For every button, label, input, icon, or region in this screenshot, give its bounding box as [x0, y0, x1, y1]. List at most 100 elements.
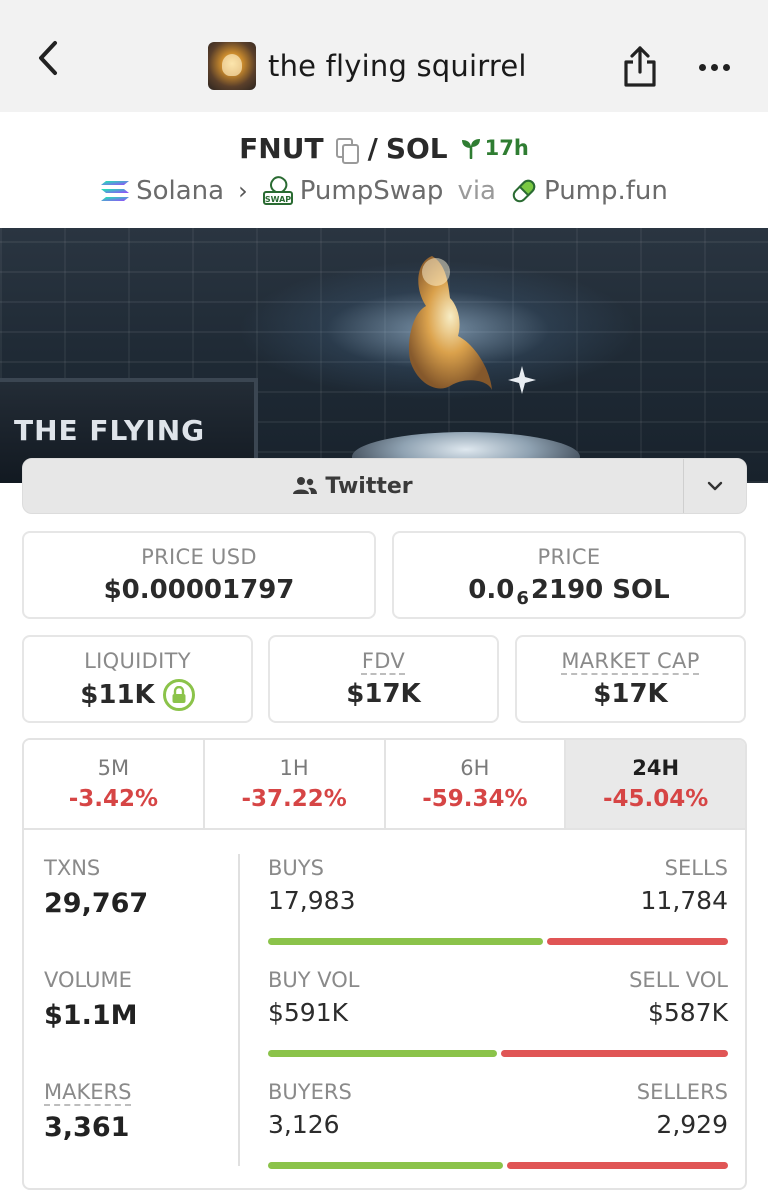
volume-value: $1.1M: [44, 1000, 138, 1031]
buys-label: BUYS: [268, 856, 324, 880]
metrics-divider: [238, 854, 240, 1166]
chain-name: Solana: [136, 176, 225, 206]
launchpad-link[interactable]: Pump.fun: [510, 176, 668, 206]
pair-age: 17h: [484, 136, 529, 160]
via-label: via: [457, 176, 496, 206]
dex-name: PumpSwap: [299, 176, 444, 206]
liquidity-value-row: $11K: [24, 679, 251, 711]
tab-label: 24H: [632, 756, 680, 780]
seedling-icon: [461, 139, 480, 159]
socials-dropdown-button[interactable]: [683, 459, 746, 513]
price-usd-label: PRICE USD: [141, 545, 257, 569]
tab-5m[interactable]: 5M -3.42%: [24, 740, 205, 828]
fdv-card: FDV $17K: [268, 635, 499, 723]
twitter-button[interactable]: Twitter: [23, 459, 683, 513]
svg-text:SWAP: SWAP: [265, 195, 291, 204]
pair-age-badge: 17h: [460, 136, 529, 160]
makers-label[interactable]: MAKERS: [44, 1080, 131, 1104]
tab-change: -3.42%: [68, 786, 159, 812]
sell-bar-fill: [507, 1162, 728, 1169]
lock-icon[interactable]: [162, 679, 195, 711]
ellipsis-dot: [710, 63, 718, 71]
market-cap-label[interactable]: MARKET CAP: [517, 649, 744, 673]
tab-change: -59.34%: [422, 786, 528, 812]
pair-line: FNUT / SOL 17h: [0, 128, 768, 168]
buy-vol-label: BUY VOL: [268, 968, 360, 992]
tab-change: -37.22%: [241, 786, 347, 812]
price-usd-card: PRICE USD $0.00001797: [22, 531, 376, 619]
dex-link[interactable]: SWAP PumpSwap: [262, 175, 444, 207]
share-button[interactable]: [620, 44, 660, 88]
price-suffix: 2190 SOL: [530, 575, 670, 605]
base-symbol: FNUT: [239, 131, 324, 165]
more-button[interactable]: [694, 52, 734, 82]
ellipsis-dot: [722, 63, 730, 71]
timeframe-tabs: 5M -3.42% 1H -37.22% 6H -59.34% 24H -45.…: [24, 740, 745, 830]
sellers-label: SELLERS: [636, 1080, 728, 1104]
market-cap-value: $17K: [593, 679, 668, 709]
volume-split-bar: [268, 1050, 728, 1057]
txns-value: 29,767: [44, 888, 149, 919]
buyers-sellers-bar: [268, 1162, 728, 1169]
tab-label: 5M: [97, 756, 130, 780]
txns-label: TXNS: [44, 856, 101, 880]
twitter-label: Twitter: [325, 473, 413, 499]
chevron-left-icon: [39, 41, 57, 75]
page-title: the flying squirrel: [268, 49, 527, 83]
price-value: 0.0 6 2190 SOL: [394, 575, 744, 609]
chain-link[interactable]: Solana: [100, 176, 224, 206]
trading-stats-panel: 5M -3.42% 1H -37.22% 6H -59.34% 24H -45.…: [22, 738, 747, 1190]
back-button[interactable]: [28, 38, 68, 78]
tab-24h[interactable]: 24H -45.04%: [566, 740, 745, 828]
share-icon: [624, 46, 656, 87]
sell-bar-fill: [547, 938, 728, 945]
sells-label: SELLS: [664, 856, 728, 880]
makers-metric: MAKERS 3,361: [44, 1080, 131, 1143]
sell-bar-fill: [501, 1050, 728, 1057]
token-title: the flying squirrel: [208, 42, 527, 90]
buy-bar-fill: [268, 1162, 503, 1169]
buyers-label: BUYERS: [268, 1080, 352, 1104]
buyers-value: 3,126: [268, 1110, 340, 1139]
pair-separator: /: [367, 131, 378, 165]
breadcrumb: Solana › SWAP PumpSwap via Pump.fun: [0, 170, 768, 212]
chevron-right-icon: ›: [238, 177, 248, 205]
liquidity-card: LIQUIDITY $11K: [22, 635, 253, 723]
token-avatar: [208, 42, 256, 90]
top-bar: the flying squirrel: [0, 0, 768, 112]
volume-label: VOLUME: [44, 968, 132, 992]
tab-change: -45.04%: [602, 786, 709, 812]
buys-value: 17,983: [268, 886, 356, 915]
token-banner-image: THE FLYING: [0, 228, 768, 483]
price-usd-value: $0.00001797: [103, 575, 295, 605]
buys-sells-metric: BUYS SELLS 17,983 11,784: [268, 856, 728, 956]
buy-vol-value: $591K: [268, 998, 349, 1027]
pumpswap-icon: SWAP: [262, 176, 293, 205]
fdv-value: $17K: [346, 679, 421, 709]
tab-1h[interactable]: 1H -37.22%: [204, 740, 386, 828]
users-icon: [293, 477, 318, 494]
banner-sign-text: THE FLYING: [14, 414, 206, 447]
metrics-grid: TXNS 29,767 VOLUME $1.1M MAKERS 3,361 BU…: [24, 830, 745, 1188]
solana-icon: [101, 181, 130, 201]
socials-bar: Twitter: [22, 458, 747, 514]
volume-metric: VOLUME $1.1M: [44, 968, 138, 1031]
tab-6h[interactable]: 6H -59.34%: [385, 740, 567, 828]
buyers-sellers-metric: BUYERS SELLERS 3,126 2,929: [268, 1080, 728, 1180]
market-cap-card: MARKET CAP $17K: [515, 635, 746, 723]
ellipsis-icon: [698, 63, 706, 71]
liquidity-label: LIQUIDITY: [84, 649, 191, 673]
buys-sells-bar: [268, 938, 728, 945]
sell-vol-label: SELL VOL: [629, 968, 728, 992]
volume-split-metric: BUY VOL SELL VOL $591K $587K: [268, 968, 728, 1068]
price-prefix: 0.0: [468, 575, 515, 605]
copy-icon[interactable]: [334, 136, 359, 164]
chevron-down-icon: [707, 481, 723, 491]
sellers-value: 2,929: [656, 1110, 728, 1139]
sells-value: 11,784: [640, 886, 728, 915]
price-label: PRICE: [537, 545, 601, 569]
fdv-label[interactable]: FDV: [270, 649, 497, 673]
sell-vol-value: $587K: [647, 998, 728, 1027]
tab-label: 1H: [279, 756, 309, 780]
price-zero-count: 6: [516, 587, 529, 609]
